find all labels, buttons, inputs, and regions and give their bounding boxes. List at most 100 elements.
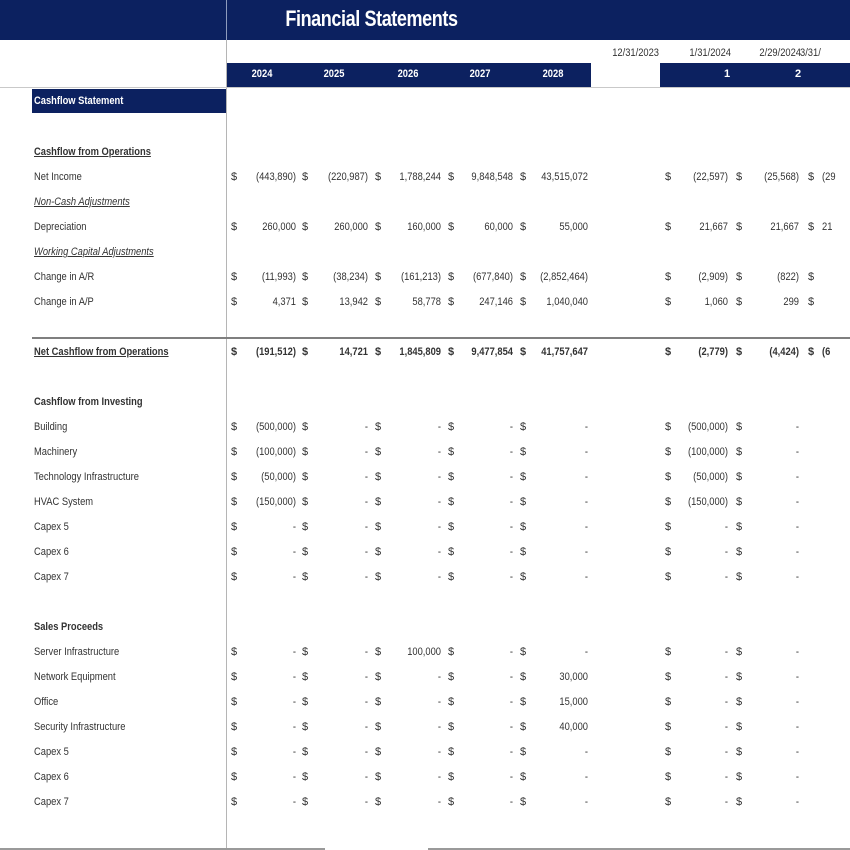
monthly-value: -: [795, 496, 799, 508]
monthly-value: -: [795, 546, 799, 558]
annual-value: -: [292, 521, 296, 533]
annual-value: -: [437, 471, 441, 483]
annual-value: 1,845,809: [399, 346, 441, 358]
annual-value: -: [509, 746, 513, 758]
total-divider: [32, 337, 850, 339]
annual-value: -: [364, 646, 368, 658]
row-label: Net Income: [34, 171, 82, 183]
monthly-value: (100,000): [687, 446, 728, 458]
row-label: Capex 5: [34, 746, 69, 758]
page-title: Financial Statements: [285, 6, 458, 31]
annual-value: 9,477,854: [471, 346, 513, 358]
annual-value: 260,000: [334, 221, 368, 233]
annual-value: -: [509, 421, 513, 433]
annual-value: -: [292, 571, 296, 583]
year-header: 2026: [397, 68, 419, 80]
year-header: 2024: [251, 68, 273, 80]
row-label: Office: [34, 696, 59, 708]
monthly-value: -: [724, 721, 728, 733]
annual-value: 43,515,072: [541, 171, 588, 183]
currency-symbol: $: [808, 171, 815, 183]
monthly-value: (822): [777, 271, 799, 283]
row-label: Capex 6: [34, 771, 69, 783]
row-label: Building: [34, 421, 68, 433]
row-label: Capex 6: [34, 546, 69, 558]
annual-value: -: [437, 421, 441, 433]
annual-value: -: [437, 521, 441, 533]
monthly-value: -: [724, 546, 728, 558]
monthly-value: -: [724, 671, 728, 683]
monthly-value: -: [724, 746, 728, 758]
annual-value: -: [584, 771, 588, 783]
annual-value: 9,848,548: [471, 171, 513, 183]
section-heading: Cashflow from Operations: [34, 146, 151, 158]
annual-value: -: [509, 646, 513, 658]
annual-value: 14,721: [339, 346, 368, 358]
row-label: Capex 5: [34, 521, 69, 533]
annual-value: -: [584, 471, 588, 483]
date-header: 2/29/2024: [759, 47, 801, 59]
annual-value: -: [292, 746, 296, 758]
subheading: Non-Cash Adjustments: [34, 196, 130, 208]
annual-value: -: [364, 446, 368, 458]
annual-value: -: [292, 771, 296, 783]
monthly-value: -: [795, 471, 799, 483]
currency-symbol: $: [808, 296, 815, 308]
monthly-value: (22,597): [693, 171, 728, 183]
monthly-value: -: [795, 571, 799, 583]
year-header: 2028: [542, 68, 564, 80]
monthly-value: -: [795, 771, 799, 783]
column-divider: [226, 40, 227, 850]
annual-value: -: [584, 546, 588, 558]
annual-value: -: [437, 446, 441, 458]
annual-value: -: [292, 696, 296, 708]
monthly-value: (150,000): [687, 496, 728, 508]
annual-value: -: [364, 496, 368, 508]
annual-value: -: [364, 571, 368, 583]
annual-value: -: [509, 546, 513, 558]
monthly-value: (6: [822, 346, 831, 358]
annual-value: -: [509, 521, 513, 533]
annual-value: 1,040,040: [546, 296, 588, 308]
monthly-value: -: [724, 571, 728, 583]
annual-value: -: [509, 671, 513, 683]
monthly-value: (25,568): [764, 171, 799, 183]
monthly-value: -: [795, 421, 799, 433]
monthly-value: -: [795, 796, 799, 808]
monthly-value: (50,000): [693, 471, 728, 483]
annual-value: -: [437, 771, 441, 783]
annual-value: -: [584, 496, 588, 508]
annual-value: -: [584, 446, 588, 458]
annual-value: -: [584, 646, 588, 658]
annual-value: 30,000: [559, 671, 588, 683]
annual-value: -: [364, 696, 368, 708]
monthly-value: -: [795, 671, 799, 683]
monthly-value: 21,667: [770, 221, 799, 233]
annual-value: 60,000: [484, 221, 513, 233]
period-header: 1: [723, 68, 731, 80]
monthly-value: -: [795, 746, 799, 758]
monthly-value: 21: [822, 221, 833, 233]
annual-value: -: [364, 721, 368, 733]
annual-value: (38,234): [333, 271, 368, 283]
annual-value: -: [437, 546, 441, 558]
annual-value: -: [437, 721, 441, 733]
monthly-value: 21,667: [699, 221, 728, 233]
row-label: Capex 7: [34, 571, 69, 583]
annual-value: (191,512): [255, 346, 296, 358]
annual-value: (677,840): [472, 271, 513, 283]
annual-value: -: [364, 421, 368, 433]
annual-value: -: [364, 521, 368, 533]
date-header: 3/31/: [800, 47, 821, 59]
currency-symbol: $: [808, 221, 815, 233]
section-heading: Cashflow from Investing: [34, 396, 143, 408]
section-title: Cashflow Statement: [34, 95, 124, 107]
annual-value: 58,778: [412, 296, 441, 308]
annual-value: (50,000): [261, 471, 296, 483]
annual-value: 4,371: [272, 296, 296, 308]
year-header: 2027: [469, 68, 491, 80]
annual-value: (150,000): [255, 496, 296, 508]
title-divider: [226, 0, 227, 40]
monthly-value: -: [724, 521, 728, 533]
currency-symbol: $: [808, 346, 815, 358]
